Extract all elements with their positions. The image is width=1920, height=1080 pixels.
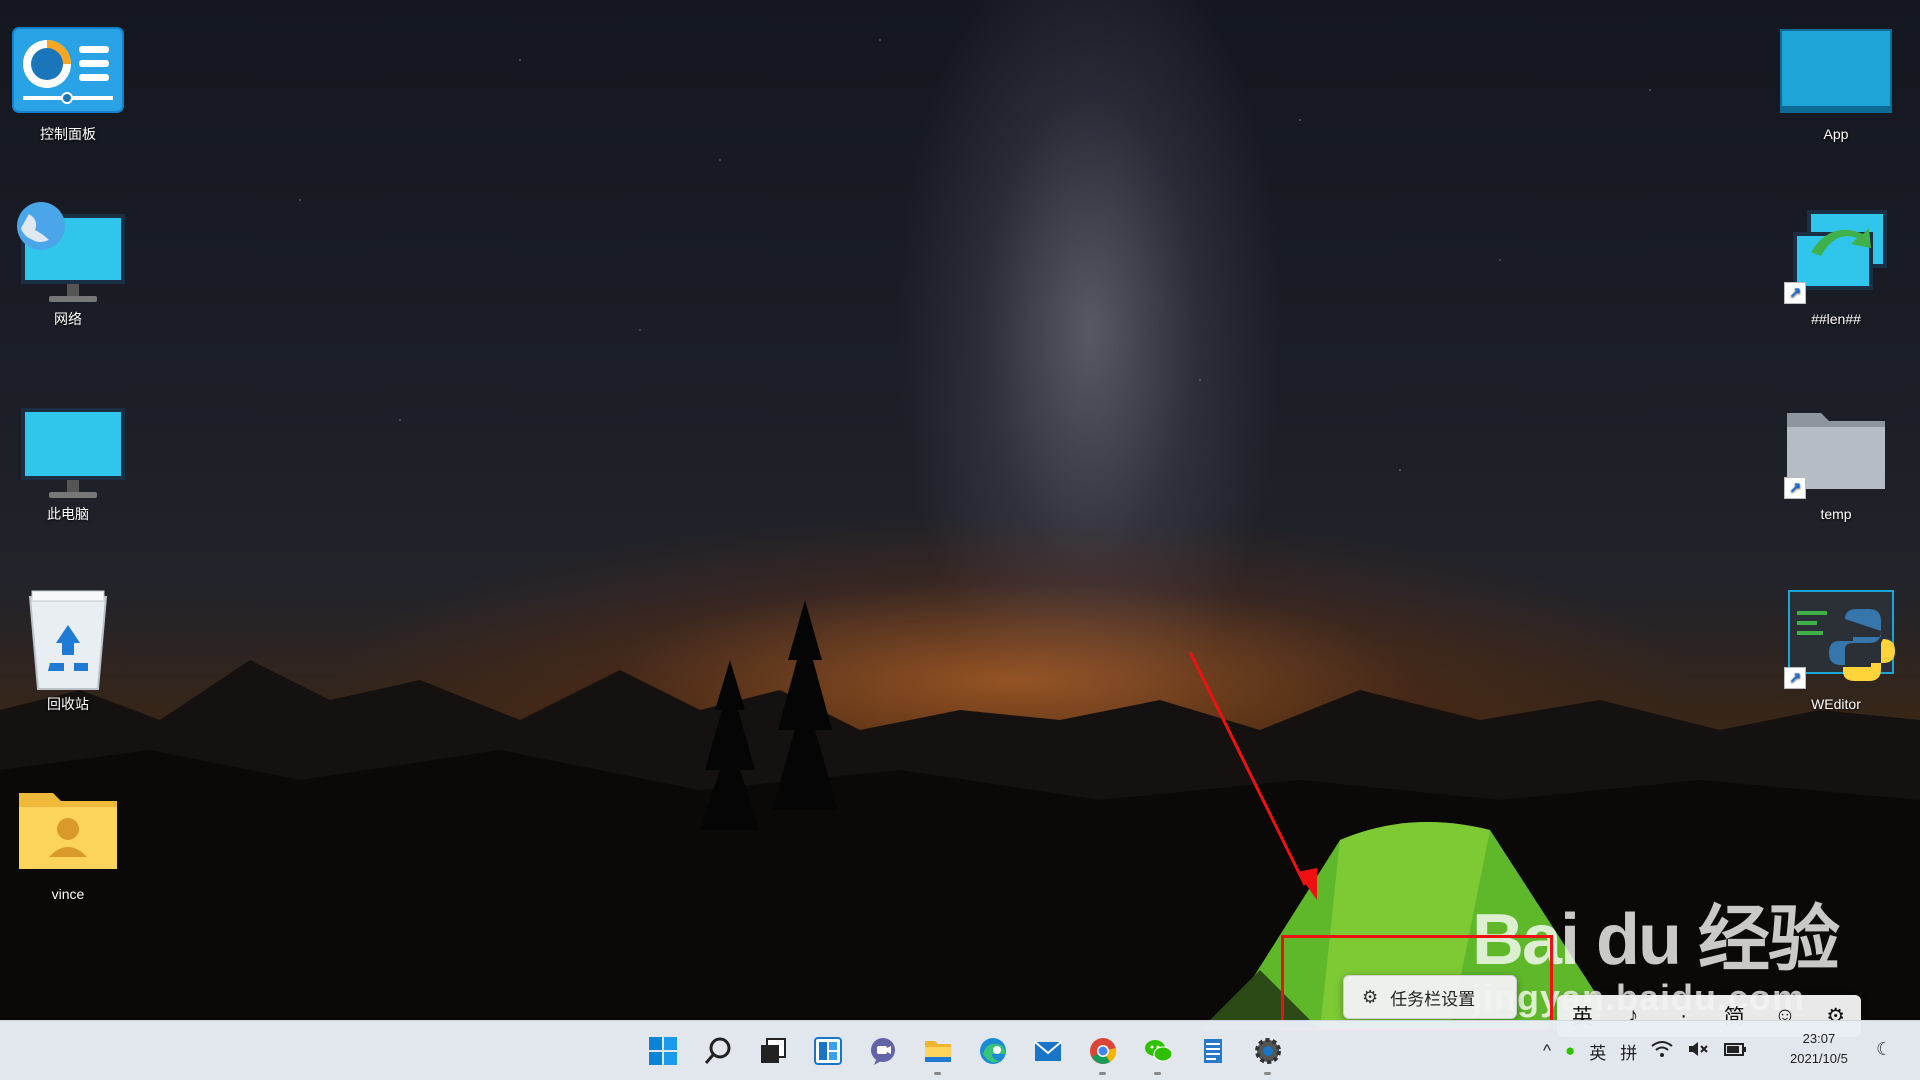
network-icon bbox=[8, 200, 128, 310]
desktop-background: 控制面板 网络 此电脑 回收站 vince App ↗ ##len## ↗ te… bbox=[0, 0, 1920, 1080]
desktop-icon-weditor[interactable]: ↗ WEditor bbox=[1776, 585, 1896, 713]
desktop-icon-temp[interactable]: ↗ temp bbox=[1776, 395, 1896, 523]
wifi-icon[interactable] bbox=[1651, 1040, 1673, 1063]
mail-button[interactable] bbox=[1020, 1025, 1075, 1077]
desktop-icon-label: WEditor bbox=[1811, 696, 1861, 712]
notepad-icon bbox=[1203, 1039, 1222, 1063]
tray-overflow-chevron-icon[interactable]: ^ bbox=[1543, 1041, 1551, 1061]
input-method-indicator[interactable]: 拼 bbox=[1620, 1039, 1637, 1064]
mail-icon bbox=[1033, 1041, 1062, 1061]
running-indicator bbox=[1099, 1072, 1106, 1075]
clock-date: 2021/10/5 bbox=[1790, 1051, 1848, 1066]
control-panel-icon bbox=[8, 15, 128, 125]
desktop-icon-vince[interactable]: vince bbox=[8, 775, 128, 903]
teams-chat-button[interactable] bbox=[855, 1025, 910, 1077]
desktop-icon-label: vince bbox=[51, 886, 85, 902]
shortcut-arrow-icon: ↗ bbox=[1784, 477, 1806, 499]
user-folder-icon bbox=[8, 775, 128, 885]
file-explorer-button[interactable] bbox=[910, 1025, 965, 1077]
running-indicator bbox=[1154, 1072, 1161, 1075]
running-indicator bbox=[1264, 1072, 1271, 1075]
shortcut-arrow-icon: ↗ bbox=[1784, 282, 1806, 304]
desktop-icon-control-panel[interactable]: 控制面板 bbox=[8, 15, 128, 143]
start-button[interactable] bbox=[635, 1025, 690, 1077]
chrome-icon bbox=[1089, 1038, 1116, 1064]
volume-muted-icon[interactable] bbox=[1687, 1040, 1709, 1063]
settings-gear-icon bbox=[1254, 1038, 1281, 1064]
recycle-bin-icon bbox=[8, 585, 128, 695]
python-icon: ↗ bbox=[1776, 585, 1896, 695]
chat-icon bbox=[870, 1038, 895, 1065]
settings-button[interactable] bbox=[1240, 1025, 1295, 1077]
wechat-icon bbox=[1144, 1040, 1172, 1062]
widgets-icon bbox=[813, 1037, 842, 1065]
notepad-button[interactable] bbox=[1185, 1025, 1240, 1077]
desktop-icon-label: 此电脑 bbox=[47, 506, 89, 522]
app-icon bbox=[1776, 15, 1896, 125]
running-indicator bbox=[934, 1072, 941, 1075]
remote-desktop-icon: ↗ bbox=[1776, 200, 1896, 310]
annotation-highlight-box bbox=[1281, 935, 1553, 1031]
edge-icon bbox=[979, 1038, 1006, 1064]
shortcut-arrow-icon: ↗ bbox=[1784, 667, 1806, 689]
input-language-indicator[interactable]: 英 bbox=[1589, 1039, 1606, 1064]
mountain-silhouette bbox=[0, 600, 1920, 1020]
search-button[interactable] bbox=[690, 1025, 745, 1077]
desktop-icon-network[interactable]: 网络 bbox=[8, 200, 128, 328]
annotation-arrow bbox=[1185, 650, 1325, 905]
taskbar-apps bbox=[635, 1021, 1295, 1080]
desktop-icon-recycle-bin[interactable]: 回收站 bbox=[8, 585, 128, 713]
desktop-icon-label: 网络 bbox=[54, 311, 82, 327]
desktop-icon-len[interactable]: ↗ ##len## bbox=[1776, 200, 1896, 328]
notification-icon[interactable]: ☾ bbox=[1876, 1039, 1892, 1060]
clock[interactable]: 23:07 2021/10/5 bbox=[1790, 1029, 1848, 1069]
desktop-icon-label: ##len## bbox=[1811, 311, 1861, 327]
desktop-icon-this-pc[interactable]: 此电脑 bbox=[8, 395, 128, 523]
windows-logo-icon bbox=[648, 1037, 677, 1065]
chrome-button[interactable] bbox=[1075, 1025, 1130, 1077]
taskbar[interactable]: ^ ● 英 拼 23:07 2021/10/5 ☾ bbox=[0, 1020, 1920, 1080]
this-pc-icon bbox=[8, 395, 128, 505]
battery-icon[interactable] bbox=[1723, 1040, 1747, 1063]
desktop-icon-label: App bbox=[1823, 126, 1849, 142]
desktop-icon-label: 回收站 bbox=[47, 696, 89, 712]
folder-icon bbox=[924, 1041, 951, 1062]
edge-button[interactable] bbox=[965, 1025, 1020, 1077]
task-view-button[interactable] bbox=[745, 1025, 800, 1077]
clock-time: 23:07 bbox=[1802, 1031, 1836, 1046]
folder-icon: ↗ bbox=[1776, 395, 1896, 505]
wechat-tray-icon[interactable]: ● bbox=[1565, 1041, 1575, 1061]
task-view-icon bbox=[760, 1038, 786, 1063]
widgets-button[interactable] bbox=[800, 1025, 855, 1077]
desktop-icon-label: temp bbox=[1820, 506, 1852, 522]
desktop-icon-app[interactable]: App bbox=[1776, 15, 1896, 143]
search-icon bbox=[704, 1037, 730, 1064]
wechat-button[interactable] bbox=[1130, 1025, 1185, 1077]
system-tray: ^ ● 英 拼 bbox=[1536, 1021, 1754, 1080]
desktop-icon-label: 控制面板 bbox=[40, 126, 96, 142]
